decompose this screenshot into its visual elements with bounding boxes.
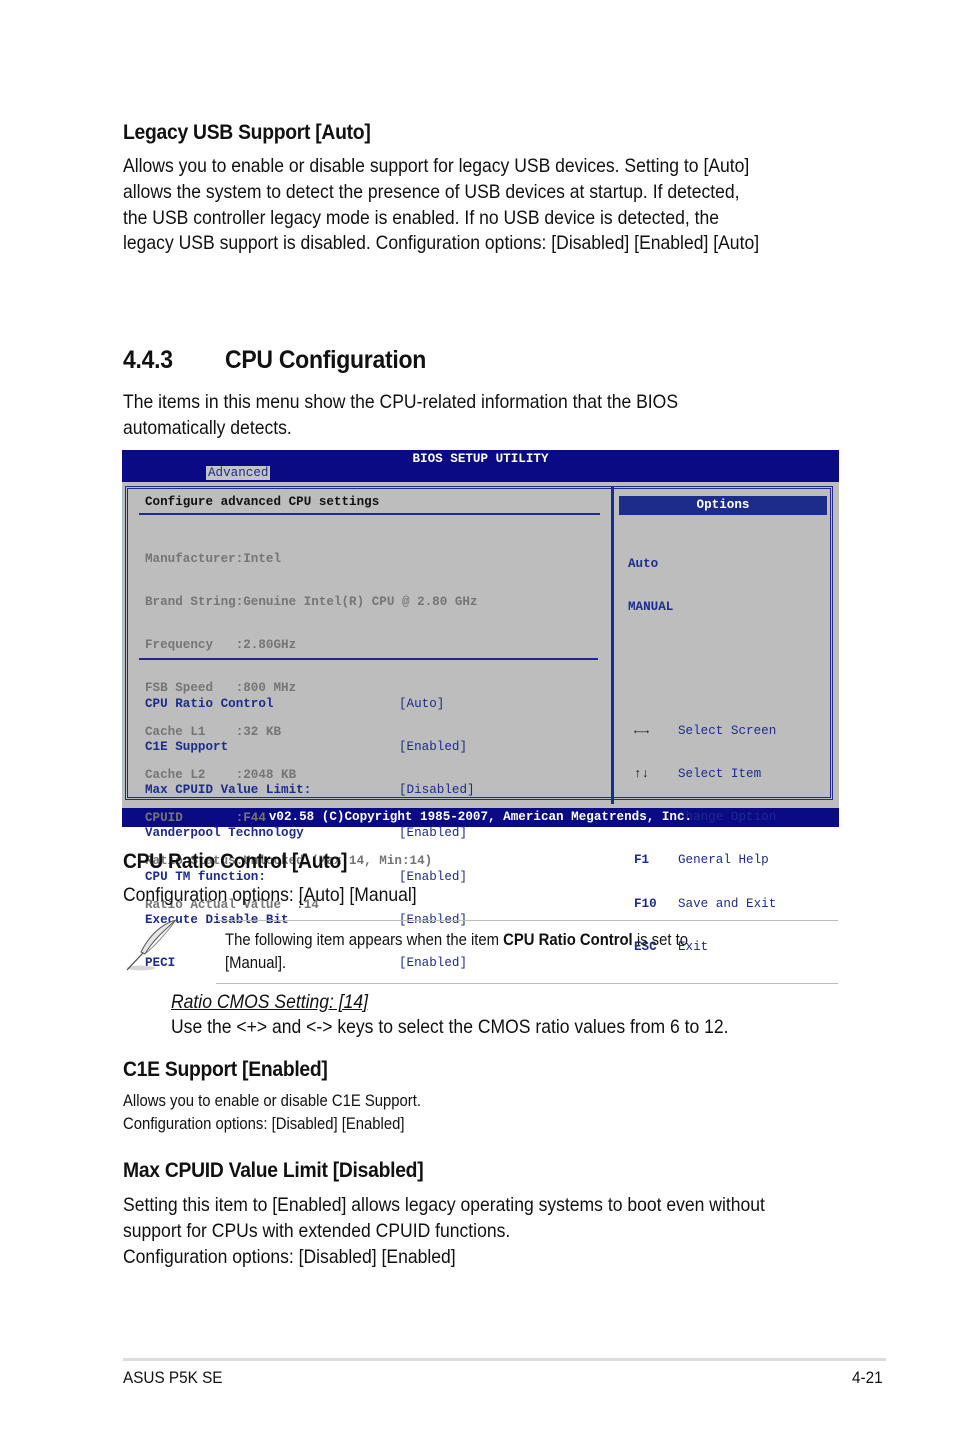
text-line: Allows you to enable or disable C1E Supp… bbox=[123, 1092, 422, 1110]
cpu-info-brand: Brand String:Genuine Intel(R) CPU @ 2.80… bbox=[145, 595, 478, 610]
text-line: Setting this item to [Enabled] allows le… bbox=[123, 1194, 765, 1216]
option-auto[interactable]: Auto bbox=[628, 557, 673, 571]
section-intro: The items in this menu show the CPU-rela… bbox=[123, 390, 678, 442]
footer-page-number: 4-21 bbox=[852, 1368, 883, 1387]
key-action: General Help bbox=[678, 853, 769, 868]
note-text-part: The following item appears when the item bbox=[225, 931, 504, 949]
key-action: Select Item bbox=[678, 767, 762, 782]
setting-value[interactable]: [Enabled] bbox=[399, 826, 475, 840]
setting-c1e-support[interactable]: C1E Support bbox=[145, 740, 311, 754]
legacy-usb-description: Allows you to enable or disable support … bbox=[123, 154, 759, 257]
key-legend-actions: Select Screen Select Item Change Option … bbox=[678, 695, 776, 983]
setting-value[interactable]: [Enabled] bbox=[399, 870, 475, 884]
text-line: automatically detects. bbox=[123, 416, 292, 439]
divider bbox=[139, 658, 598, 660]
cpu-info-frequency: Frequency :2.80GHz bbox=[145, 638, 297, 653]
note-emphasis: CPU Ratio Control bbox=[503, 931, 633, 949]
text-line: the USB controller legacy mode is enable… bbox=[123, 206, 720, 229]
text-line: support for CPUs with extended CPUID fun… bbox=[123, 1219, 511, 1242]
max-cpuid-heading: Max CPUID Value Limit [Disabled] bbox=[123, 1159, 424, 1182]
option-manual[interactable]: MANUAL bbox=[628, 600, 673, 614]
text-line: Configuration options: [Disabled] [Enabl… bbox=[123, 1115, 405, 1133]
setting-vanderpool[interactable]: Vanderpool Technology bbox=[145, 826, 311, 840]
tab-advanced[interactable]: Advanced bbox=[206, 466, 271, 480]
key-action: Save and Exit bbox=[678, 896, 777, 911]
note-text-part: is set to bbox=[632, 931, 689, 949]
text-line: legacy USB support is disabled. Configur… bbox=[123, 232, 760, 255]
footer-rule bbox=[123, 1358, 886, 1361]
bios-copyright: v02.58 (C)Copyright 1985-2007, American … bbox=[268, 810, 693, 824]
text-line: allows the system to detect the presence… bbox=[123, 180, 740, 203]
panel-title: Configure advanced CPU settings bbox=[145, 495, 380, 509]
up-down-arrows-icon: ↑↓ bbox=[634, 767, 650, 782]
setting-value[interactable]: [Enabled] bbox=[399, 740, 475, 754]
note-line-1: The following item appears when the item… bbox=[225, 929, 688, 952]
section-title: CPU Configuration bbox=[225, 346, 427, 374]
key-f10: F10 bbox=[634, 896, 657, 911]
ratio-cmos-heading: Ratio CMOS Setting: [14] bbox=[171, 991, 369, 1013]
key-action: Select Screen bbox=[678, 723, 777, 738]
note-top-rule bbox=[216, 920, 838, 921]
cpu-ratio-heading: CPU Ratio Control [Auto] bbox=[123, 850, 348, 873]
left-right-arrows-icon: ←→ bbox=[634, 723, 650, 738]
note-text: The following item appears when the item… bbox=[225, 929, 688, 975]
ratio-cmos-description: Use the <+> and <-> keys to select the C… bbox=[171, 1016, 729, 1038]
bios-title: BIOS SETUP UTILITY bbox=[412, 452, 549, 466]
legacy-usb-heading: Legacy USB Support [Auto] bbox=[123, 121, 371, 144]
bios-screen: BIOS SETUP UTILITY Advanced Configure ad… bbox=[122, 450, 839, 970]
setting-cpu-ratio-control[interactable]: CPU Ratio Control bbox=[145, 697, 311, 711]
divider bbox=[139, 513, 600, 515]
setting-value[interactable]: [Disabled] bbox=[399, 783, 475, 797]
setting-max-cpuid[interactable]: Max CPUID Value Limit: bbox=[145, 783, 311, 797]
cpu-ratio-options: Configuration options: [Auto] [Manual] bbox=[123, 884, 417, 906]
footer-product: ASUS P5K SE bbox=[123, 1368, 223, 1387]
text-line: Configuration options: [Disabled] [Enabl… bbox=[123, 1245, 456, 1268]
options-header: Options bbox=[619, 496, 827, 515]
section-number: 4.4.3 bbox=[123, 346, 173, 374]
text-line: The items in this menu show the CPU-rela… bbox=[123, 391, 679, 413]
key-f1: F1 bbox=[634, 853, 650, 868]
text-line: Allows you to enable or disable support … bbox=[123, 155, 750, 177]
options-list: Auto MANUAL bbox=[628, 528, 673, 643]
c1e-heading: C1E Support [Enabled] bbox=[123, 1058, 328, 1081]
key-action: Exit bbox=[678, 939, 709, 954]
c1e-description: Allows you to enable or disable C1E Supp… bbox=[123, 1090, 421, 1136]
feather-pen-icon bbox=[121, 918, 181, 974]
note-line-2: [Manual]. bbox=[225, 954, 287, 972]
max-cpuid-description: Setting this item to [Enabled] allows le… bbox=[123, 1193, 765, 1270]
setting-value[interactable]: [Auto] bbox=[399, 697, 475, 711]
note-bottom-rule bbox=[216, 983, 838, 984]
panel-divider bbox=[611, 486, 614, 804]
cpu-info-manufacturer: Manufacturer:Intel bbox=[145, 551, 282, 566]
